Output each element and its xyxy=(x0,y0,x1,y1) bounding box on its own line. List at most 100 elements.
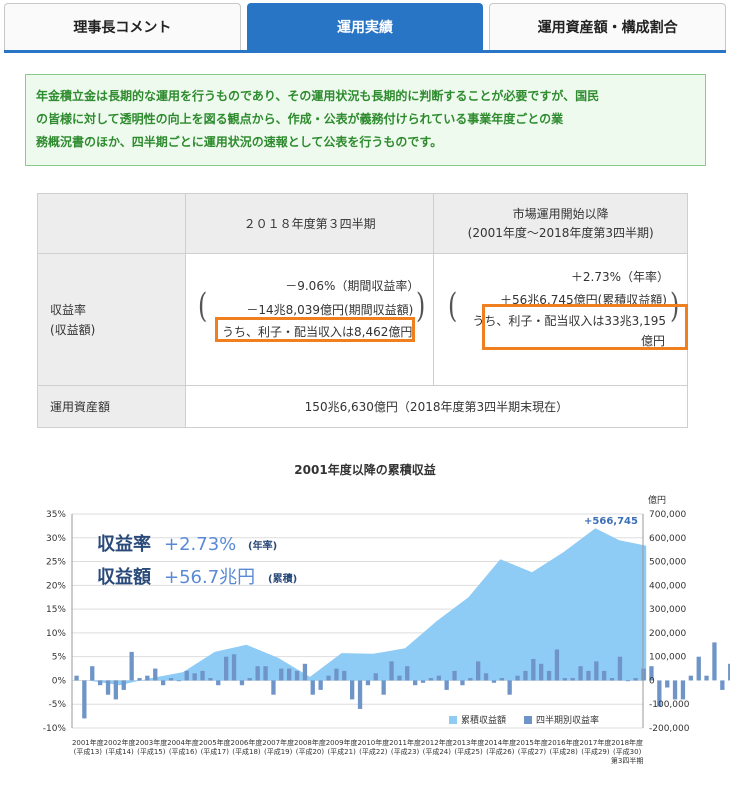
tab-chairman-comment[interactable]: 理事長コメント xyxy=(4,3,241,50)
highlight-box xyxy=(214,317,415,342)
overlay-rate-note: (年率) xyxy=(248,539,277,552)
x-tick-era: (平成14) xyxy=(105,747,134,756)
quarterly-bar xyxy=(483,673,489,681)
left-axis-tick: 20% xyxy=(46,581,66,591)
legend-label-cumulative: 累積収益額 xyxy=(461,714,506,726)
x-tick-era: (平成18) xyxy=(232,747,261,756)
x-tick-era: (平成20) xyxy=(296,747,325,756)
overlay-rate-value: +2.73% xyxy=(164,534,236,555)
x-tick-era: (平成30) xyxy=(613,747,642,756)
quarterly-bar xyxy=(397,675,402,681)
left-axis-tick: 30% xyxy=(46,534,66,544)
x-tick-era: (平成24) xyxy=(423,747,452,756)
left-axis-tick: 5% xyxy=(52,653,67,663)
right-axis-tick: 400,000 xyxy=(649,581,686,591)
quarterly-bar xyxy=(491,680,497,683)
x-tick-year: 2012年度 xyxy=(421,738,453,747)
x-tick-era: (平成17) xyxy=(201,747,230,756)
quarterly-bar xyxy=(279,668,284,681)
legend-swatch-cumulative xyxy=(449,716,457,724)
quarterly-bar xyxy=(665,680,670,688)
quarterly-bar xyxy=(208,678,213,681)
quarterly-bar xyxy=(531,659,536,681)
x-tick-year: 2010年度 xyxy=(357,738,389,747)
quarterly-bar xyxy=(231,654,237,681)
x-tick-year: 2009年度 xyxy=(326,738,358,747)
cumulative-return-cell: ( ) ＋2.73%（年率） ＋56兆6,745億円(累積収益額) うち、利子・… xyxy=(433,253,689,386)
return-row-label: 収益率 (収益額) xyxy=(37,253,186,386)
quarterly-bar xyxy=(468,678,473,681)
quarterly-bar xyxy=(704,675,709,681)
quarterly-bar xyxy=(641,668,646,681)
quarterly-bar xyxy=(476,661,481,681)
overlay-amount-label: 収益額 xyxy=(97,566,151,588)
quarterly-bar xyxy=(224,656,229,681)
quarterly-bar xyxy=(334,668,339,681)
x-tick-year: 2002年度 xyxy=(104,738,136,747)
table-corner xyxy=(37,193,186,254)
quarterly-bar xyxy=(74,675,79,681)
x-tick-era: (平成22) xyxy=(359,747,388,756)
quarterly-bar xyxy=(625,680,630,682)
quarterly-bar xyxy=(255,666,260,681)
quarterly-bar xyxy=(342,670,347,681)
quarterly-bar xyxy=(617,656,623,681)
x-tick-year: 2005年度 xyxy=(199,738,231,747)
quarterly-bar xyxy=(365,680,371,686)
paren-open: ( xyxy=(197,286,208,326)
quarterly-bar xyxy=(420,680,426,683)
tab-bar: 理事長コメント 運用実績 運用資産額・構成割合 xyxy=(4,3,727,50)
x-tick-year: 2018年度 xyxy=(611,738,643,747)
q3-rate: －9.06%（期間収益率） xyxy=(285,279,420,293)
return-label: 収益率 xyxy=(50,302,87,317)
quarterly-bar xyxy=(90,666,95,681)
x-tick-year: 2008年度 xyxy=(294,738,326,747)
quarterly-bar xyxy=(633,678,638,681)
quarterly-bar xyxy=(712,642,717,681)
quarterly-bar xyxy=(452,670,457,681)
right-axis-tick: 300,000 xyxy=(649,605,686,615)
highlight-box xyxy=(482,304,689,350)
cumulative-header: 市場運用開始以降 (2001年度～2018年度第3四半期) xyxy=(433,193,688,254)
x-tick-era: (平成26) xyxy=(486,747,515,756)
quarterly-bar xyxy=(168,678,174,681)
overlay-amount-value: +56.7兆円 xyxy=(164,567,255,588)
quarterly-bar xyxy=(216,680,221,686)
quarterly-bar xyxy=(176,680,181,682)
quarterly-bar xyxy=(688,675,693,681)
quarterly-bar xyxy=(523,670,528,681)
tab-asset-composition[interactable]: 運用資産額・構成割合 xyxy=(489,3,727,50)
right-axis-tick: 500,000 xyxy=(649,558,686,568)
quarterly-bar xyxy=(515,675,520,681)
tab-underline xyxy=(4,50,726,53)
quarterly-bar xyxy=(98,680,103,686)
quarterly-bar xyxy=(720,680,725,690)
return-amount-label: (収益額) xyxy=(50,322,96,337)
assets-value: 150兆6,630億円（2018年度第3四半期末現在） xyxy=(184,385,689,428)
quarterly-bar xyxy=(602,670,607,681)
quarterly-bar xyxy=(405,666,410,681)
chart-title: 2001年度以降の累積収益 xyxy=(294,463,436,477)
quarterly-bar xyxy=(129,651,134,681)
quarterly-bar xyxy=(562,678,567,681)
tab-performance[interactable]: 運用実績 xyxy=(246,3,484,50)
quarterly-bar xyxy=(444,680,449,690)
right-axis-tick: 600,000 xyxy=(649,534,686,544)
quarterly-bar xyxy=(381,680,386,695)
right-axis-tick: 700,000 xyxy=(649,510,686,520)
right-axis-unit: 億円 xyxy=(648,494,666,506)
x-tick-era: (平成27) xyxy=(518,747,547,756)
cumulative-header-line: (2001年度～2018年度第3四半期) xyxy=(467,225,654,240)
paren-open: ( xyxy=(448,286,458,326)
x-tick-year: 2011年度 xyxy=(389,738,421,747)
quarterly-bar xyxy=(145,675,150,681)
x-tick-year: 2016年度 xyxy=(548,738,580,747)
quarterly-bar xyxy=(105,680,111,695)
cumulative-rate: ＋2.73%（年率） xyxy=(570,270,669,284)
x-axis-labels: 2001年度(平成13)2002年度(平成14)2003年度(平成15)2004… xyxy=(72,738,643,765)
performance-table: ２０１８年度第３四半期 市場運用開始以降 (2001年度～2018年度第3四半期… xyxy=(37,193,689,428)
x-tick-era: (平成28) xyxy=(550,747,579,756)
quarterly-bar xyxy=(302,663,308,681)
x-tick-era: (平成29) xyxy=(581,747,610,756)
quarterly-bar xyxy=(121,680,126,690)
